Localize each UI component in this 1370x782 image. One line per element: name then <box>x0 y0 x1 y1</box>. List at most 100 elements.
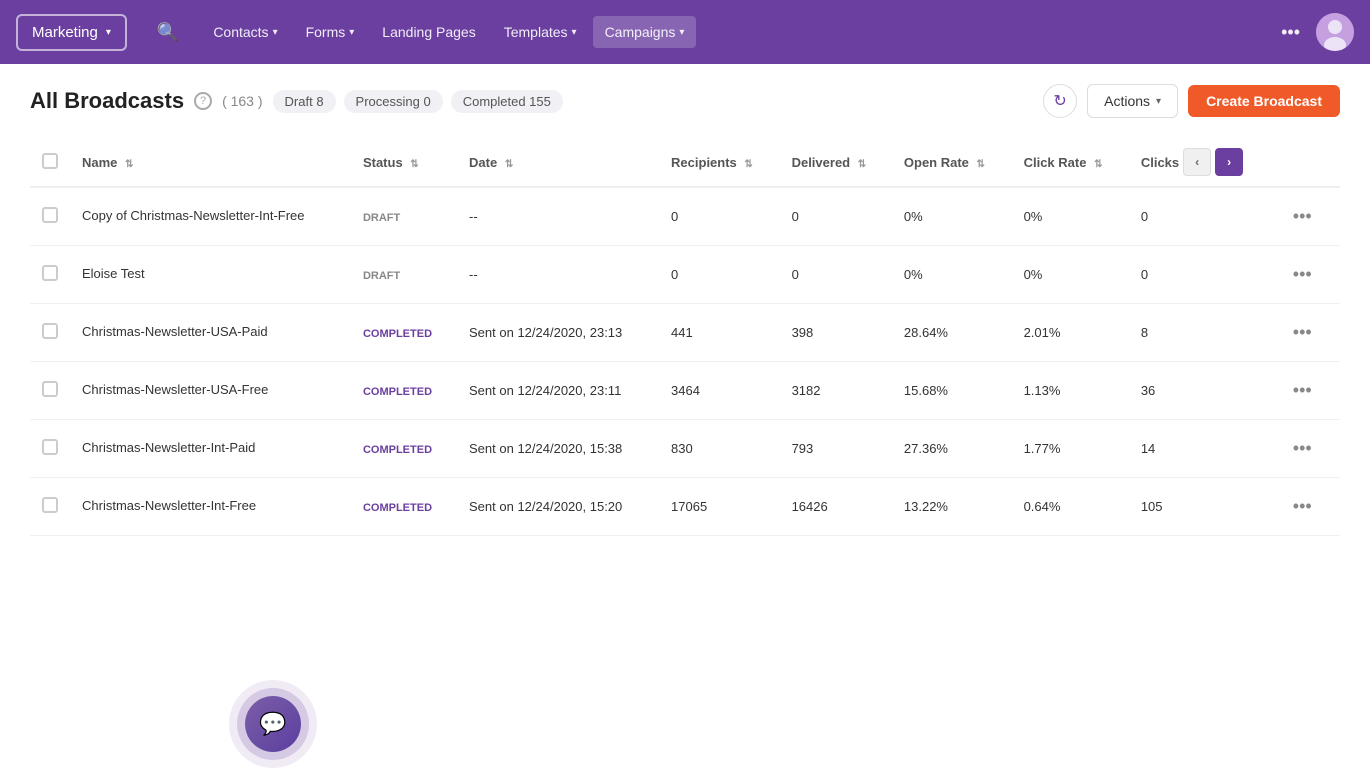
column-nav-next[interactable]: › <box>1215 148 1243 176</box>
row-clicks-0: 0 <box>1129 187 1273 246</box>
row-clicks-4: 14 <box>1129 420 1273 478</box>
select-all-checkbox[interactable] <box>42 153 58 169</box>
row-checkbox-1[interactable] <box>42 265 58 281</box>
row-more-4: ••• <box>1273 420 1340 478</box>
row-name-5: Christmas-Newsletter-Int-Free <box>70 478 351 536</box>
table-row: Copy of Christmas-Newsletter-Int-Free DR… <box>30 187 1340 246</box>
help-icon[interactable]: ? <box>194 92 212 110</box>
row-name-1: Eloise Test <box>70 246 351 304</box>
nav-landing-pages[interactable]: Landing Pages <box>370 16 487 48</box>
row-checkbox-cell <box>30 478 70 536</box>
row-checkbox-cell <box>30 187 70 246</box>
actions-column-header <box>1273 138 1340 187</box>
marketing-dropdown[interactable]: Marketing ▾ <box>16 14 127 51</box>
more-options-icon[interactable]: ••• <box>1273 14 1308 51</box>
row-delivered-2: 398 <box>780 304 892 362</box>
actions-label: Actions <box>1104 93 1150 109</box>
table-row: Christmas-Newsletter-USA-Paid COMPLETED … <box>30 304 1340 362</box>
row-open-rate-2: 28.64% <box>892 304 1012 362</box>
row-delivered-3: 3182 <box>780 362 892 420</box>
row-click-rate-4: 1.77% <box>1012 420 1129 478</box>
table-row: Christmas-Newsletter-Int-Free COMPLETED … <box>30 478 1340 536</box>
filter-draft[interactable]: Draft 8 <box>273 90 336 113</box>
row-click-rate-0: 0% <box>1012 187 1129 246</box>
campaigns-chevron-icon: ▾ <box>679 27 684 38</box>
click-rate-column-header[interactable]: Click Rate ⇅ <box>1012 138 1129 187</box>
row-status-5: COMPLETED <box>351 478 457 536</box>
marketing-label: Marketing <box>32 24 98 41</box>
forms-chevron-icon: ▾ <box>349 27 354 38</box>
row-open-rate-1: 0% <box>892 246 1012 304</box>
row-more-0: ••• <box>1273 187 1340 246</box>
row-open-rate-0: 0% <box>892 187 1012 246</box>
user-avatar[interactable] <box>1316 13 1354 51</box>
row-checkbox-cell <box>30 304 70 362</box>
actions-chevron-icon: ▾ <box>1156 96 1161 107</box>
row-more-button-0[interactable]: ••• <box>1285 202 1320 231</box>
search-icon[interactable]: 🔍 <box>151 16 185 49</box>
row-more-button-2[interactable]: ••• <box>1285 318 1320 347</box>
delivered-sort-icon: ⇅ <box>858 159 866 170</box>
row-checkbox-3[interactable] <box>42 381 58 397</box>
row-checkbox-cell <box>30 362 70 420</box>
row-date-5: Sent on 12/24/2020, 15:20 <box>457 478 659 536</box>
row-open-rate-5: 13.22% <box>892 478 1012 536</box>
row-more-button-3[interactable]: ••• <box>1285 376 1320 405</box>
row-delivered-4: 793 <box>780 420 892 478</box>
refresh-button[interactable]: ↻ <box>1043 84 1077 118</box>
nav-links: Contacts ▾ Forms ▾ Landing Pages Templat… <box>201 16 696 48</box>
row-status-3: COMPLETED <box>351 362 457 420</box>
row-name-4: Christmas-Newsletter-Int-Paid <box>70 420 351 478</box>
row-more-button-1[interactable]: ••• <box>1285 260 1320 289</box>
chat-widget[interactable]: 💬 <box>245 696 301 752</box>
actions-button[interactable]: Actions ▾ <box>1087 84 1178 118</box>
row-name-0: Copy of Christmas-Newsletter-Int-Free <box>70 187 351 246</box>
row-checkbox-4[interactable] <box>42 439 58 455</box>
chat-icon: 💬 <box>259 711 286 737</box>
date-sort-icon: ⇅ <box>505 159 513 170</box>
total-count: ( 163 ) <box>222 93 262 109</box>
row-recipients-5: 17065 <box>659 478 780 536</box>
filter-processing[interactable]: Processing 0 <box>344 90 443 113</box>
row-more-button-5[interactable]: ••• <box>1285 492 1320 521</box>
row-date-4: Sent on 12/24/2020, 15:38 <box>457 420 659 478</box>
delivered-column-header[interactable]: Delivered ⇅ <box>780 138 892 187</box>
nav-forms[interactable]: Forms ▾ <box>294 16 367 48</box>
row-more-button-4[interactable]: ••• <box>1285 434 1320 463</box>
row-checkbox-cell <box>30 420 70 478</box>
row-click-rate-3: 1.13% <box>1012 362 1129 420</box>
name-sort-icon: ⇅ <box>125 159 133 170</box>
row-name-3: Christmas-Newsletter-USA-Free <box>70 362 351 420</box>
open-rate-column-header[interactable]: Open Rate ⇅ <box>892 138 1012 187</box>
recipients-column-header[interactable]: Recipients ⇅ <box>659 138 780 187</box>
top-navigation: Marketing ▾ 🔍 Contacts ▾ Forms ▾ Landing… <box>0 0 1370 64</box>
click-rate-sort-icon: ⇅ <box>1094 159 1102 170</box>
templates-chevron-icon: ▾ <box>572 27 577 38</box>
row-click-rate-1: 0% <box>1012 246 1129 304</box>
row-recipients-2: 441 <box>659 304 780 362</box>
row-checkbox-0[interactable] <box>42 207 58 223</box>
row-checkbox-2[interactable] <box>42 323 58 339</box>
page-title: All Broadcasts <box>30 88 184 114</box>
date-column-header[interactable]: Date ⇅ <box>457 138 659 187</box>
row-date-1: -- <box>457 246 659 304</box>
create-broadcast-button[interactable]: Create Broadcast <box>1188 85 1340 117</box>
row-date-3: Sent on 12/24/2020, 23:11 <box>457 362 659 420</box>
broadcasts-table: Name ⇅ Status ⇅ Date ⇅ Recipients ⇅ Deli… <box>30 138 1340 536</box>
row-open-rate-4: 27.36% <box>892 420 1012 478</box>
name-column-header[interactable]: Name ⇅ <box>70 138 351 187</box>
row-status-2: COMPLETED <box>351 304 457 362</box>
nav-templates[interactable]: Templates ▾ <box>492 16 589 48</box>
table-row: Christmas-Newsletter-Int-Paid COMPLETED … <box>30 420 1340 478</box>
nav-campaigns[interactable]: Campaigns ▾ <box>593 16 697 48</box>
column-nav-prev[interactable]: ‹ <box>1183 148 1211 176</box>
table-row: Christmas-Newsletter-USA-Free COMPLETED … <box>30 362 1340 420</box>
status-column-header[interactable]: Status ⇅ <box>351 138 457 187</box>
row-more-5: ••• <box>1273 478 1340 536</box>
filter-completed[interactable]: Completed 155 <box>451 90 563 113</box>
clicks-column-header: Clicks ‹ › <box>1129 138 1273 187</box>
row-recipients-4: 830 <box>659 420 780 478</box>
nav-contacts[interactable]: Contacts ▾ <box>201 16 289 48</box>
row-checkbox-5[interactable] <box>42 497 58 513</box>
row-checkbox-cell <box>30 246 70 304</box>
